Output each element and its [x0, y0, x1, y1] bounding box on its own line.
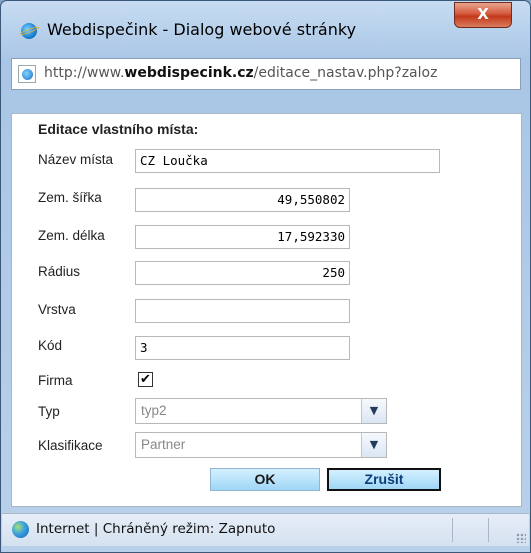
- code-label: Kód: [38, 338, 63, 353]
- type-label: Typ: [38, 404, 60, 419]
- title-bar[interactable]: Webdispečink - Dialog webové stránky X: [1, 1, 530, 55]
- chevron-down-icon[interactable]: ▼: [361, 399, 386, 423]
- address-bar[interactable]: http://www.webdispecink.cz/editace_nasta…: [11, 58, 521, 90]
- layer-input[interactable]: [135, 299, 350, 323]
- company-checkbox[interactable]: ✔: [138, 372, 153, 387]
- url-text: http://www.webdispecink.cz/editace_nasta…: [44, 65, 437, 81]
- status-divider: [488, 518, 489, 542]
- name-label: Název místa: [38, 152, 114, 167]
- layer-label: Vrstva: [38, 302, 76, 317]
- status-bar: Internet | Chráněný režim: Zapnuto: [2, 513, 529, 546]
- name-input[interactable]: CZ Loučka: [135, 149, 440, 173]
- classification-label: Klasifikace: [38, 438, 103, 453]
- longitude-label: Zem. délka: [38, 228, 105, 243]
- latitude-input[interactable]: 49,550802: [135, 188, 350, 212]
- resize-grip-icon[interactable]: [516, 533, 526, 543]
- url-prefix: http://www.: [44, 65, 125, 81]
- page-icon: [18, 65, 36, 83]
- chevron-down-icon[interactable]: ▼: [361, 433, 386, 457]
- status-divider: [452, 518, 453, 542]
- dialog-content: Editace vlastního místa: Název místa CZ …: [11, 113, 522, 507]
- dialog-window: Webdispečink - Dialog webové stránky X h…: [0, 0, 531, 553]
- globe-icon: [12, 521, 29, 538]
- radius-input[interactable]: 250: [135, 261, 350, 285]
- form-heading: Editace vlastního místa:: [38, 121, 199, 137]
- classification-select-value: Partner: [141, 437, 186, 452]
- status-text: Internet | Chráněný režim: Zapnuto: [36, 521, 276, 537]
- url-path: /editace_nastav.php?zaloz: [253, 65, 438, 81]
- ok-button[interactable]: OK: [210, 468, 320, 491]
- type-select-value: typ2: [141, 403, 167, 418]
- url-domain: webdispecink.cz: [124, 65, 254, 81]
- window-title: Webdispečink - Dialog webové stránky: [47, 20, 357, 39]
- latitude-label: Zem. šířka: [38, 190, 102, 205]
- cancel-button[interactable]: Zrušit: [327, 468, 441, 491]
- code-input[interactable]: 3: [135, 336, 350, 360]
- longitude-input[interactable]: 17,592330: [135, 225, 350, 249]
- company-label: Firma: [38, 373, 73, 388]
- type-select[interactable]: typ2 ▼: [135, 398, 387, 424]
- close-button[interactable]: X: [454, 2, 512, 28]
- radius-label: Rádius: [38, 264, 81, 279]
- classification-select[interactable]: Partner ▼: [135, 432, 387, 458]
- ie-icon: [21, 23, 37, 39]
